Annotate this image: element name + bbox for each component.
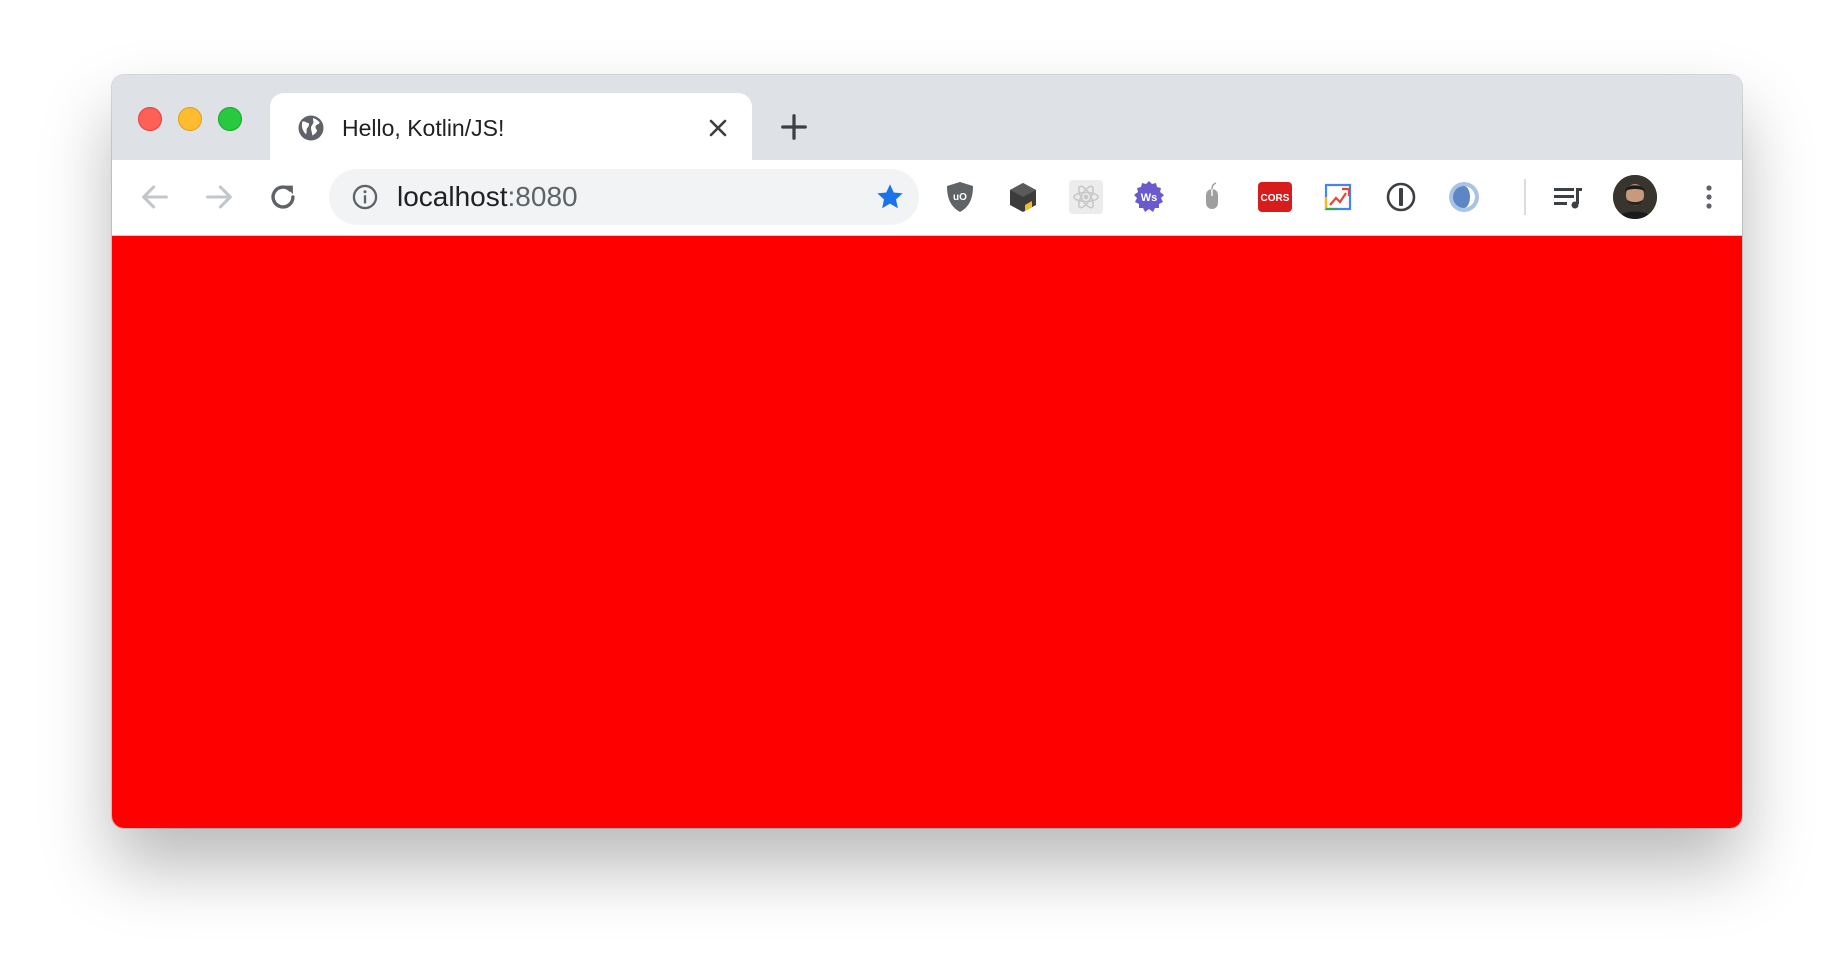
circle-extension-icon[interactable] (1446, 179, 1482, 215)
url-port: :8080 (507, 181, 578, 212)
address-url[interactable]: localhost:8080 (397, 181, 578, 213)
cors-label: CORS (1261, 193, 1290, 204)
tab-strip: Hello, Kotlin/JS! (112, 75, 1742, 160)
info-icon[interactable] (351, 183, 379, 211)
image-extension-icon[interactable] (1320, 179, 1356, 215)
ublock-origin-icon[interactable]: uO (942, 179, 978, 215)
url-host: localhost (397, 181, 508, 212)
bookmark-star-icon[interactable] (874, 181, 906, 213)
new-tab-button[interactable] (779, 112, 809, 142)
more-menu-icon[interactable] (1691, 179, 1727, 215)
ws-label: Ws (1141, 192, 1158, 204)
minimize-window-button[interactable] (178, 107, 202, 131)
profile-avatar[interactable] (1613, 175, 1657, 219)
tab-hello-kotlin[interactable]: Hello, Kotlin/JS! (270, 93, 752, 160)
forward-arrow-icon[interactable] (202, 180, 236, 214)
websocket-extension-icon[interactable]: Ws (1131, 179, 1167, 215)
tab-title: Hello, Kotlin/JS! (342, 115, 505, 141)
globe-icon (298, 115, 324, 141)
onepassword-icon[interactable] (1383, 179, 1419, 215)
toolbar-separator (1524, 179, 1526, 215)
box-extension-icon[interactable] (1005, 179, 1041, 215)
close-tab-icon[interactable] (706, 116, 730, 140)
maximize-window-button[interactable] (218, 107, 242, 131)
cors-extension-icon[interactable]: CORS (1257, 179, 1293, 215)
page-viewport[interactable] (112, 236, 1742, 828)
address-bar[interactable]: localhost:8080 (329, 169, 919, 225)
ublock-label: uO (953, 192, 967, 203)
media-queue-icon[interactable] (1550, 179, 1586, 215)
avatar-icon (1613, 175, 1657, 219)
back-arrow-icon[interactable] (138, 180, 172, 214)
react-devtools-icon[interactable] (1068, 179, 1104, 215)
mouse-extension-icon[interactable] (1194, 179, 1230, 215)
browser-toolbar: localhost:8080 uO Ws CORS (112, 160, 1742, 236)
browser-window: Hello, Kotlin/JS! localhost:8080 uO Ws C… (112, 75, 1742, 828)
reload-icon[interactable] (266, 180, 300, 214)
close-window-button[interactable] (138, 107, 162, 131)
